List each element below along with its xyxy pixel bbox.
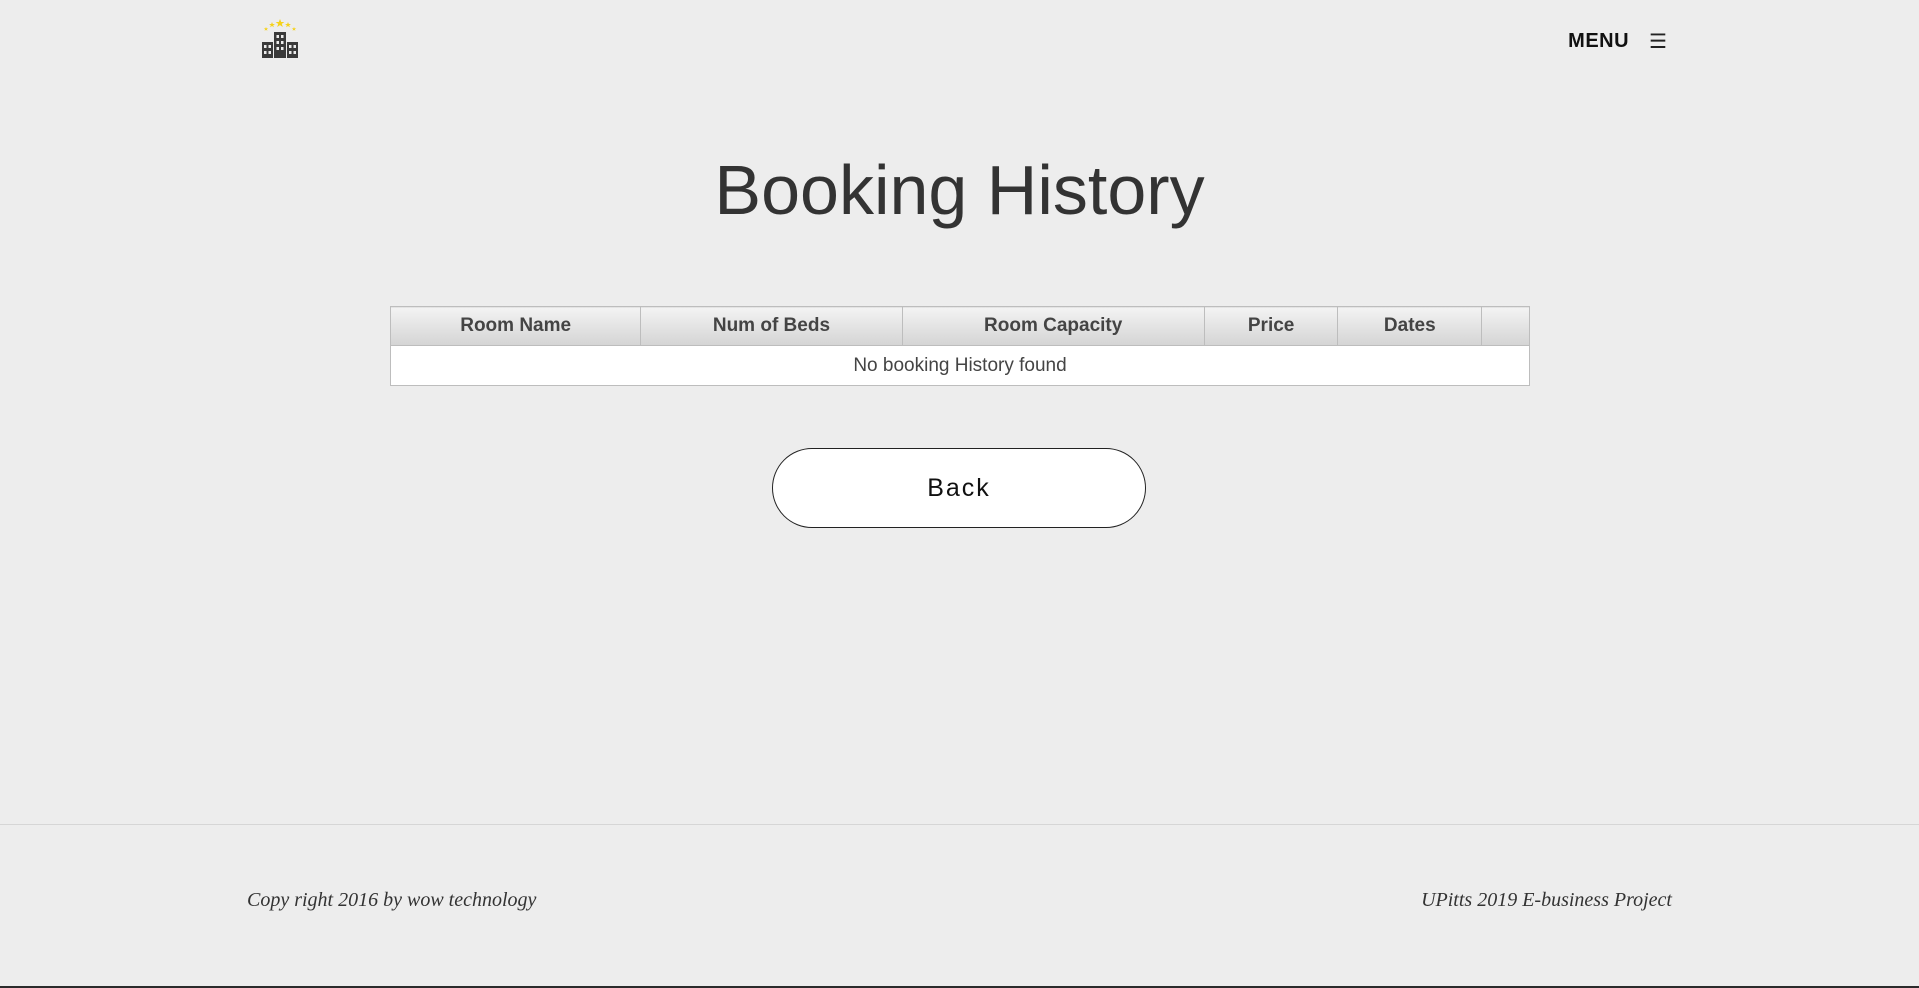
booking-history-table: Room Name Num of Beds Room Capacity Pric… [389, 306, 1530, 386]
footer-project-credit: UPitts 2019 E-business Project [1421, 889, 1672, 911]
table-header: Room Name Num of Beds Room Capacity Pric… [389, 306, 1530, 346]
hamburger-menu-icon[interactable]: ☰ [1649, 32, 1667, 52]
footer-copyright: Copy right 2016 by wow technology [247, 889, 537, 911]
hotel-logo-icon[interactable] [258, 18, 302, 58]
menu-label: MENU [1568, 30, 1630, 52]
footer: Copy right 2016 by wow technology UPitts… [0, 824, 1919, 988]
back-button[interactable]: Back [772, 448, 1146, 528]
booking-history-table-container: Room Name Num of Beds Room Capacity Pric… [389, 306, 1530, 386]
column-header-price: Price [1203, 306, 1339, 346]
table-header-row: Room Name Num of Beds Room Capacity Pric… [389, 306, 1530, 346]
column-header-room-name: Room Name [389, 306, 642, 346]
table-body: No booking History found [390, 345, 1530, 386]
page-title: Booking History [714, 151, 1205, 229]
column-header-room-capacity: Room Capacity [901, 306, 1205, 346]
column-header-num-of-beds: Num of Beds [640, 306, 903, 346]
column-header-actions [1481, 306, 1530, 346]
top-bar: MENU ☰ [0, 0, 1919, 90]
column-header-dates: Dates [1337, 306, 1483, 346]
table-row: No booking History found [390, 345, 1530, 386]
menu-toggle[interactable]: MENU ☰ [1568, 30, 1667, 53]
booking-history-page: MENU ☰ Booking History Room Name Num of … [0, 0, 1919, 988]
empty-table-message: No booking History found [390, 345, 1530, 386]
